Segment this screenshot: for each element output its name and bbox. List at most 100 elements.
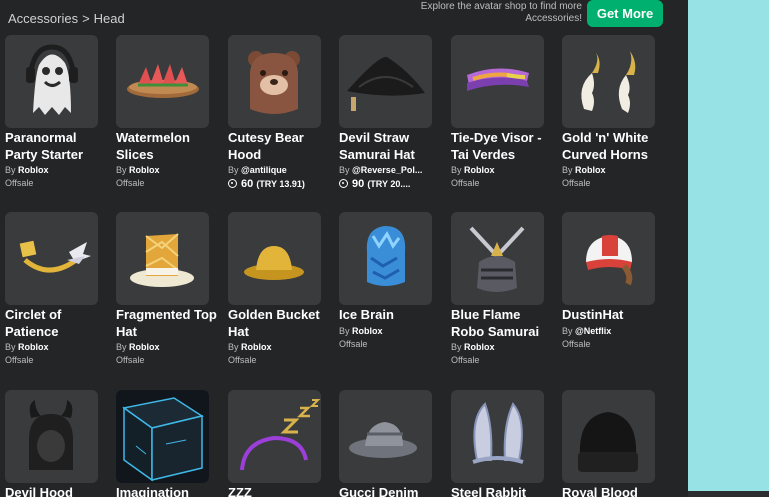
bucket-hat-icon — [244, 246, 304, 280]
visor-icon — [467, 68, 529, 91]
item-card[interactable]: Devil Straw Samurai Hat By @Reverse_Pol.… — [339, 35, 439, 191]
item-thumbnail[interactable] — [451, 390, 544, 483]
item-creator-link[interactable]: Roblox — [464, 342, 495, 352]
item-name: Paranormal Party Starter — [5, 130, 84, 162]
item-creator-prefix: By — [116, 165, 130, 175]
item-card[interactable]: Watermelon Slices By Roblox Offsale — [116, 35, 216, 190]
item-card[interactable]: Paranormal Party Starter By Roblox Offsa… — [5, 35, 105, 190]
item-creator: By @antilique — [228, 164, 328, 177]
item-thumbnail[interactable] — [562, 212, 655, 305]
item-card[interactable]: Steel Rabbit — [451, 390, 551, 497]
item-card[interactable]: ZZZ — [228, 390, 328, 497]
item-status: Offsale — [228, 355, 257, 365]
item-creator-link[interactable]: Roblox — [129, 165, 160, 175]
item-thumbnail[interactable] — [5, 212, 98, 305]
item-thumbnail[interactable] — [116, 212, 209, 305]
item-creator: By Roblox — [5, 164, 105, 177]
item-card[interactable]: DustinHat By @Netflix Offsale — [562, 212, 662, 351]
robux-icon — [228, 179, 237, 188]
item-creator-link[interactable]: @Netflix — [575, 326, 611, 336]
item-thumbnail[interactable] — [339, 35, 432, 128]
watermelon-icon — [127, 64, 199, 98]
item-card[interactable]: Fragmented Top Hat By Roblox Offsale — [116, 212, 217, 367]
get-more-button[interactable]: Get More — [587, 0, 663, 27]
circlet-icon — [19, 240, 91, 273]
item-card[interactable]: Royal Blood — [562, 390, 662, 497]
item-card[interactable]: Golden Bucket Hat By Roblox Offsale — [228, 212, 328, 367]
item-price: 60 (TRY 13.91) — [228, 177, 328, 191]
item-card[interactable]: Gucci Denim — [339, 390, 439, 497]
ice-brain-icon — [366, 226, 406, 286]
item-creator-link[interactable]: @Reverse_Pol... — [352, 165, 422, 175]
item-card[interactable]: Circlet of Patience By Roblox Offsale — [5, 212, 105, 367]
item-thumbnail[interactable] — [562, 35, 655, 128]
item-creator-link[interactable]: Roblox — [129, 342, 160, 352]
item-name: Devil Straw Samurai Hat — [339, 130, 415, 162]
item-creator-link[interactable]: Roblox — [241, 342, 272, 352]
item-creator-link[interactable]: Roblox — [18, 342, 49, 352]
item-thumbnail[interactable] — [5, 35, 98, 128]
item-thumbnail[interactable] — [451, 212, 544, 305]
item-thumbnail[interactable] — [228, 390, 321, 483]
item-card[interactable]: Imagination — [116, 390, 216, 497]
item-name: Royal Blood — [562, 485, 638, 497]
item-card[interactable]: Tie-Dye Visor - Tai Verdes By Roblox Off… — [451, 35, 551, 190]
item-thumbnail[interactable] — [339, 390, 432, 483]
item-thumbnail[interactable] — [116, 390, 209, 483]
item-creator-link[interactable]: Roblox — [464, 165, 495, 175]
item-name: Devil Hood — [5, 485, 73, 497]
item-card[interactable]: Gold 'n' White Curved Horns By Roblox Of… — [562, 35, 662, 190]
item-card[interactable]: Devil Hood — [5, 390, 105, 497]
item-name: Watermelon Slices — [116, 130, 190, 162]
breadcrumb-accessories[interactable]: Accessories — [8, 11, 78, 26]
item-creator-link[interactable]: Roblox — [575, 165, 606, 175]
item-thumbnail[interactable] — [339, 212, 432, 305]
item-creator-link[interactable]: Roblox — [352, 326, 383, 336]
item-creator: By Roblox — [339, 325, 439, 338]
item-creator-link[interactable]: @antilique — [241, 165, 287, 175]
item-creator: By @Reverse_Pol... — [339, 164, 439, 177]
item-creator-link[interactable]: Roblox — [18, 165, 49, 175]
item-thumbnail[interactable] — [228, 212, 321, 305]
ghost-icon — [26, 44, 78, 115]
item-thumbnail[interactable] — [116, 35, 209, 128]
item-name: Steel Rabbit — [451, 485, 527, 497]
item-creator: By Roblox — [116, 164, 216, 177]
item-card[interactable]: Cutesy Bear Hood By @antilique 60 (TRY 1… — [228, 35, 328, 191]
item-status: Offsale — [451, 355, 480, 365]
horns-icon — [581, 51, 636, 113]
item-thumbnail[interactable] — [5, 390, 98, 483]
page-bottom-edge — [688, 491, 769, 497]
item-thumbnail[interactable] — [228, 35, 321, 128]
item-creator-prefix: By — [339, 165, 353, 175]
item-creator-prefix: By — [451, 165, 465, 175]
zzz-icon — [240, 399, 321, 471]
item-name: Imagination — [116, 485, 189, 497]
item-creator: By @Netflix — [562, 325, 662, 338]
item-price-value: 60 — [241, 178, 254, 190]
item-creator: By Roblox — [116, 341, 216, 354]
item-card[interactable]: Blue Flame Robo Samurai By Roblox Offsal… — [451, 212, 551, 367]
item-creator: By Roblox — [451, 164, 551, 177]
item-creator-prefix: By — [562, 165, 576, 175]
item-price-try: (TRY 20.... — [367, 179, 411, 189]
item-thumbnail[interactable] — [562, 390, 655, 483]
item-name: DustinHat — [562, 307, 624, 322]
item-thumbnail[interactable] — [451, 35, 544, 128]
item-card[interactable]: Ice Brain By Roblox Offsale — [339, 212, 439, 351]
beanie-icon — [578, 412, 638, 472]
breadcrumb: Accessories > Head — [8, 11, 125, 26]
bear-hood-icon — [248, 51, 300, 114]
item-creator: By Roblox — [451, 341, 551, 354]
item-creator-prefix: By — [451, 342, 465, 352]
devil-hood-icon — [29, 400, 73, 470]
item-name: Blue Flame Robo Samurai — [451, 307, 540, 339]
item-price: 90 (TRY 20.... — [339, 177, 439, 191]
item-creator-prefix: By — [228, 342, 242, 352]
item-creator-prefix: By — [5, 342, 19, 352]
item-name: Tie-Dye Visor - Tai Verdes — [451, 130, 542, 162]
item-name: Fragmented Top Hat — [116, 307, 217, 339]
item-status: Offsale — [5, 178, 34, 188]
item-price-try: (TRY 13.91) — [256, 179, 305, 189]
samurai-hat-icon — [347, 56, 425, 111]
